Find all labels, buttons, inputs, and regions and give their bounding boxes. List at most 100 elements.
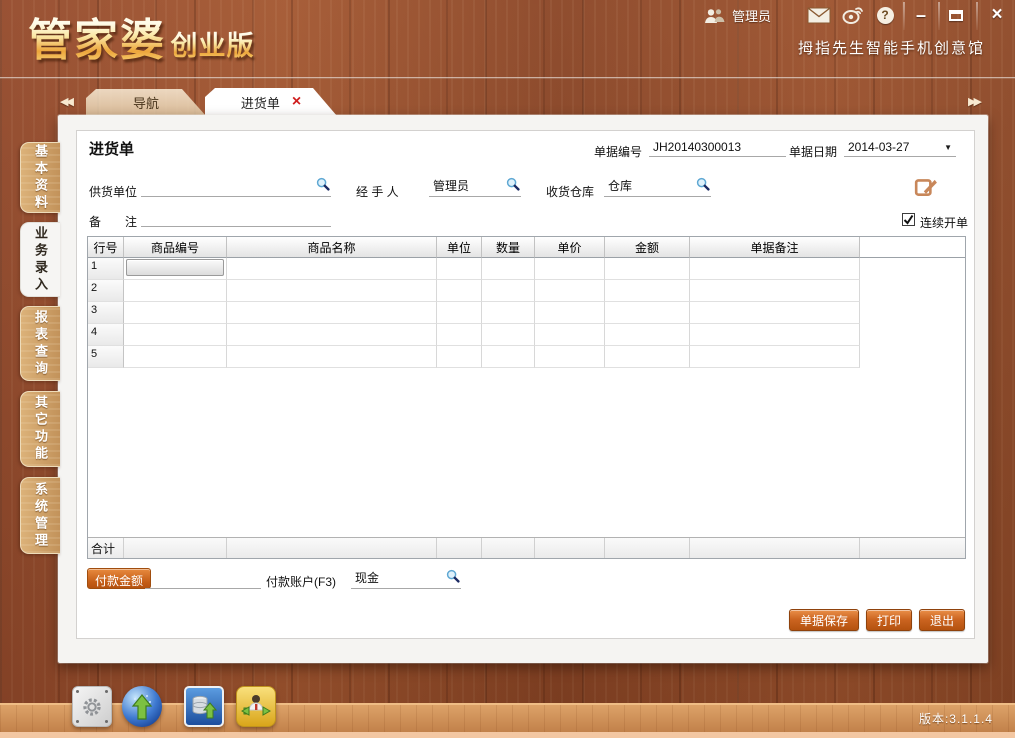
- cell-product-code[interactable]: [124, 324, 227, 346]
- remark-field[interactable]: [141, 207, 331, 227]
- weibo-button[interactable]: [840, 3, 866, 27]
- tab-close-icon[interactable]: ×: [292, 95, 301, 109]
- cell-product-name[interactable]: [227, 324, 437, 346]
- date-field[interactable]: 2014-03-27 ▼: [844, 137, 956, 157]
- tab-scroll-right[interactable]: ▶▶: [968, 95, 979, 108]
- cell-unit[interactable]: [437, 302, 482, 324]
- cell-unit[interactable]: [437, 324, 482, 346]
- cell-remark[interactable]: [690, 280, 860, 302]
- cell-product-name[interactable]: [227, 346, 437, 368]
- edit-button[interactable]: [914, 175, 938, 199]
- cell-amount[interactable]: [605, 258, 690, 280]
- cell-unit-price[interactable]: [535, 258, 605, 280]
- remark-label: 备 注: [89, 213, 137, 230]
- cell-amount[interactable]: [605, 302, 690, 324]
- tab-navigation[interactable]: 导航: [86, 89, 206, 116]
- supplier-field[interactable]: [141, 177, 331, 197]
- cell-product-name[interactable]: [227, 280, 437, 302]
- sidebar-item-label: 系统管理: [31, 482, 50, 550]
- cell-remark[interactable]: [690, 346, 860, 368]
- user-name: 管理员: [732, 6, 771, 25]
- payment-account-label: 付款账户(F3): [266, 573, 336, 590]
- cell-product-name[interactable]: [227, 302, 437, 324]
- cell-product-code[interactable]: [124, 302, 227, 324]
- active-cell[interactable]: [126, 259, 224, 276]
- sidebar-item-report-query[interactable]: 报表查询: [20, 306, 60, 381]
- cell-unit-price[interactable]: [535, 280, 605, 302]
- user-menu[interactable]: 管理员: [704, 6, 771, 25]
- minimize-button[interactable]: –: [908, 3, 934, 27]
- cell-unit[interactable]: [437, 280, 482, 302]
- network-upgrade-dock-button[interactable]: [122, 686, 162, 727]
- close-button[interactable]: ×: [984, 3, 1010, 27]
- screw-dot: [105, 690, 108, 693]
- cell-unit[interactable]: [437, 258, 482, 280]
- sidebar-item-system-management[interactable]: 系统管理: [20, 477, 60, 554]
- row-number[interactable]: 2: [88, 280, 124, 302]
- settings-dock-button[interactable]: [72, 686, 112, 727]
- maximize-button[interactable]: [943, 3, 969, 27]
- cell-amount[interactable]: [605, 346, 690, 368]
- column-header-unit: 单位: [437, 237, 482, 258]
- cell-quantity[interactable]: [482, 324, 535, 346]
- sidebar-item-other-functions[interactable]: 其它功能: [20, 391, 60, 467]
- help-button[interactable]: ?: [872, 3, 898, 27]
- date-dropdown-icon[interactable]: ▼: [944, 143, 952, 152]
- table-row: 1: [88, 258, 965, 280]
- warehouse-search-icon[interactable]: [696, 177, 710, 194]
- grid-empty-area: [88, 368, 965, 537]
- cell-remark[interactable]: [690, 324, 860, 346]
- cell-unit-price[interactable]: [535, 324, 605, 346]
- cell-amount[interactable]: [605, 324, 690, 346]
- cell-unit-price[interactable]: [535, 346, 605, 368]
- cell-remark[interactable]: [690, 258, 860, 280]
- switch-user-dock-button[interactable]: [236, 686, 276, 727]
- cell-filler: [860, 346, 965, 368]
- print-button[interactable]: 打印: [866, 609, 912, 631]
- sidebar-item-basic-data[interactable]: 基本资料: [20, 142, 60, 213]
- payment-account-search-icon[interactable]: [446, 569, 460, 586]
- payment-account-value: 现金: [355, 569, 379, 586]
- checkmark-icon: [903, 214, 914, 225]
- supplier-search-icon[interactable]: [316, 177, 330, 194]
- cell-unit-price[interactable]: [535, 302, 605, 324]
- sidebar-item-business-entry[interactable]: 业务录入: [20, 222, 60, 297]
- cell-unit[interactable]: [437, 346, 482, 368]
- cell-remark[interactable]: [690, 302, 860, 324]
- continuous-billing-checkbox[interactable]: [902, 213, 915, 226]
- cell-amount[interactable]: [605, 280, 690, 302]
- total-product-name: [227, 538, 437, 558]
- data-backup-dock-button[interactable]: [184, 686, 224, 727]
- column-header-unit-price: 单价: [535, 237, 605, 258]
- row-number[interactable]: 5: [88, 346, 124, 368]
- doc-no-field[interactable]: JH20140300013: [649, 137, 786, 157]
- tab-purchase-order[interactable]: 进货单 ×: [205, 88, 337, 116]
- screw-dot: [105, 720, 108, 723]
- cell-quantity[interactable]: [482, 258, 535, 280]
- sidebar-item-label: 报表查询: [31, 310, 50, 378]
- save-button[interactable]: 单据保存: [789, 609, 859, 631]
- tab-purchase-order-label: 进货单: [241, 93, 280, 112]
- cell-product-code[interactable]: [124, 346, 227, 368]
- line-items-grid: 行号 商品编号 商品名称 单位 数量 单价 金额 单据备注 1: [87, 236, 966, 559]
- handler-field[interactable]: 管理员: [429, 177, 521, 197]
- row-number[interactable]: 4: [88, 324, 124, 346]
- cell-product-code[interactable]: [124, 258, 227, 280]
- warehouse-field[interactable]: 仓库: [604, 177, 711, 197]
- exit-button[interactable]: 退出: [919, 609, 965, 631]
- handler-search-icon[interactable]: [506, 177, 520, 194]
- tab-scroll-left[interactable]: ◀◀: [60, 95, 71, 108]
- payment-amount-field[interactable]: [145, 569, 261, 589]
- mail-button[interactable]: [806, 3, 832, 27]
- cell-product-code[interactable]: [124, 280, 227, 302]
- cell-quantity[interactable]: [482, 280, 535, 302]
- cell-quantity[interactable]: [482, 346, 535, 368]
- row-number[interactable]: 1: [88, 258, 124, 280]
- sidebar-item-label: 业务录入: [31, 226, 50, 294]
- cell-product-name[interactable]: [227, 258, 437, 280]
- payment-account-field[interactable]: 现金: [351, 569, 461, 589]
- cell-quantity[interactable]: [482, 302, 535, 324]
- logo-sub-text: 创业版: [170, 31, 254, 61]
- row-number[interactable]: 3: [88, 302, 124, 324]
- screw-dot: [76, 720, 79, 723]
